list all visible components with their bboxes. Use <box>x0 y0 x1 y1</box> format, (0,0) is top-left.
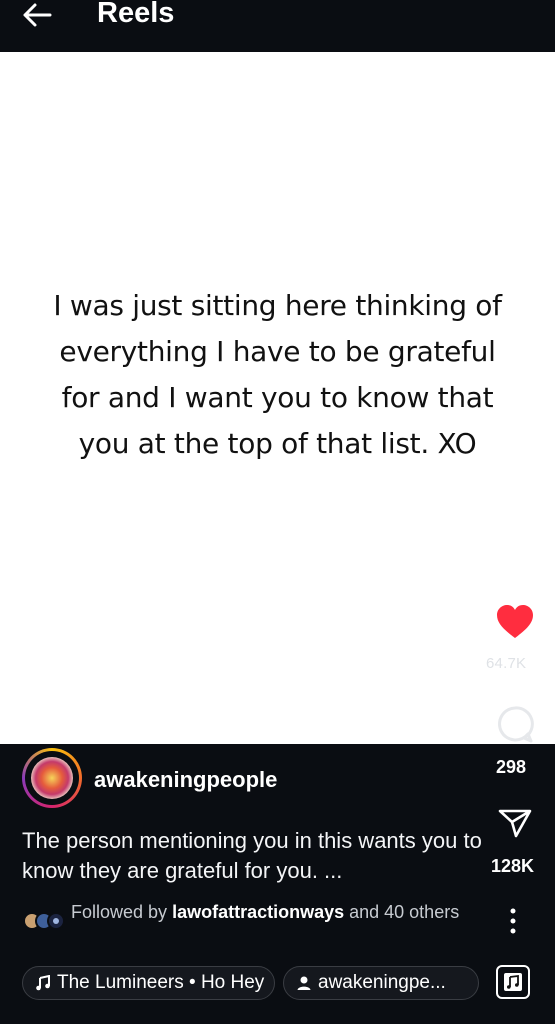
follower-username[interactable]: lawofattractionways <box>172 902 344 922</box>
music-pill[interactable]: The Lumineers • Ho Hey <box>22 966 275 1000</box>
music-note-icon <box>36 974 50 991</box>
music-label: The Lumineers • Ho Hey <box>57 972 265 993</box>
mutual-followers-avatars <box>23 912 65 930</box>
comment-icon[interactable] <box>494 703 536 745</box>
more-options-icon[interactable] <box>506 906 520 936</box>
followed-by-text[interactable]: Followed by lawofattractionways and 40 o… <box>71 900 481 925</box>
music-note-icon <box>504 973 522 991</box>
comment-count: 298 <box>496 757 527 777</box>
tagged-user-label: awakeningpe... <box>318 972 446 993</box>
share-count: 128K <box>491 856 535 876</box>
like-heart-icon[interactable] <box>495 604 535 640</box>
top-bar: Reels <box>0 0 555 52</box>
tagged-user-pill[interactable]: awakeningpe... <box>283 966 479 1000</box>
page-title: Reels <box>97 0 175 29</box>
author-avatar[interactable] <box>22 748 82 808</box>
send-share-icon[interactable] <box>498 808 532 838</box>
author-username[interactable]: awakeningpeople <box>94 767 277 793</box>
back-arrow-icon[interactable] <box>20 0 54 30</box>
person-icon <box>297 976 311 990</box>
reel-quote-text: I was just sitting here thinking of ever… <box>53 289 502 460</box>
like-count: 64.7K <box>486 655 527 672</box>
audio-track-thumbnail[interactable] <box>496 965 530 999</box>
avatar-image <box>31 757 73 799</box>
reel-caption[interactable]: The person mentioning you in this wants … <box>22 826 482 886</box>
